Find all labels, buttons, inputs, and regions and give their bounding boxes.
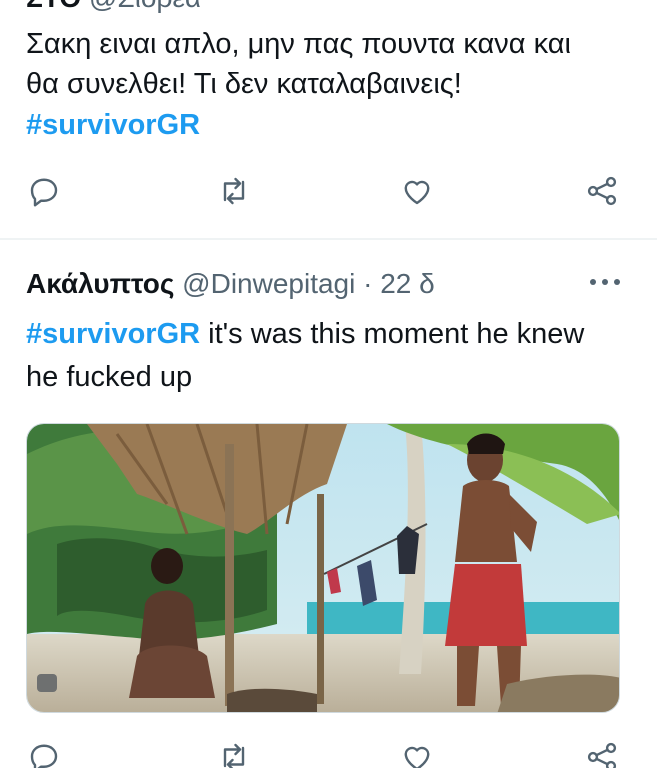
tweet-1-header: ΣΤΟ @Σιορεα <box>26 0 201 14</box>
tweet-2-author-handle[interactable]: @Dinwepitagi <box>182 268 355 299</box>
share-button[interactable] <box>580 169 624 213</box>
tweet-2-header: Ακάλυπτος @Dinwepitagi · 22 δ <box>26 264 435 304</box>
tweet-2[interactable]: Ακάλυπτος @Dinwepitagi · 22 δ #survivorG… <box>0 240 657 768</box>
tweet-1-author-name[interactable]: ΣΤΟ <box>26 0 81 13</box>
tweet-2-text-line-1: #survivorGR it's was this moment he knew <box>26 312 584 357</box>
retweet-icon <box>223 743 245 768</box>
tweet-1-actions <box>0 169 657 213</box>
like-button[interactable] <box>395 169 439 213</box>
reply-icon <box>30 744 58 768</box>
more-button[interactable] <box>587 270 623 294</box>
tweet-1[interactable]: ΣΤΟ @Σιορεα Σακη ειναι απλο, μην πας που… <box>0 0 657 240</box>
tweet-2-text-rest: it's was this moment he knew <box>200 318 585 350</box>
header-separator: · <box>363 268 373 299</box>
tweet-2-author-name[interactable]: Ακάλυπτος <box>26 268 174 299</box>
retweet-icon <box>223 177 245 205</box>
reply-button[interactable] <box>22 735 66 768</box>
reply-icon <box>30 178 58 207</box>
retweet-button[interactable] <box>212 735 256 768</box>
share-button[interactable] <box>580 735 624 768</box>
retweet-button[interactable] <box>212 169 256 213</box>
more-icon <box>590 279 620 285</box>
tweet-2-media-image[interactable] <box>26 423 620 713</box>
tweet-2-timestamp[interactable]: 22 δ <box>380 268 435 299</box>
tweet-1-text-line-2: θα συνελθει! Τι δεν καταλαβαινεις! <box>26 68 462 100</box>
like-icon <box>404 180 430 205</box>
tweet-1-author-handle[interactable]: @Σιορεα <box>89 0 201 13</box>
tweet-2-hashtag[interactable]: #survivorGR <box>26 318 200 350</box>
tweet-2-text-line-2: he fucked up <box>26 361 193 393</box>
like-button[interactable] <box>395 735 439 768</box>
share-icon <box>587 176 617 206</box>
share-icon <box>587 742 617 768</box>
tweet-1-hashtag[interactable]: #survivorGR <box>26 103 200 148</box>
tweet-1-text-line-1: Σακη ειναι απλο, μην πας πουντα κανα και <box>26 28 571 60</box>
reply-button[interactable] <box>22 169 66 213</box>
like-icon <box>404 746 430 768</box>
beach-photo <box>27 424 619 712</box>
tweet-2-actions <box>0 735 657 768</box>
